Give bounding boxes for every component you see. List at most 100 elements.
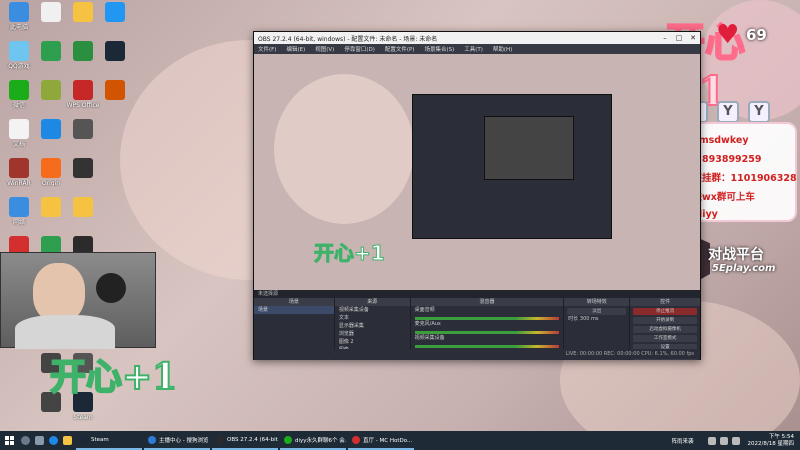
menu-file[interactable]: 文件(F) (258, 45, 276, 53)
taskbar-app-label: OBS 27.2.4 (64-bit... (227, 436, 278, 443)
app-icon (41, 158, 61, 178)
scene-item[interactable]: 场景 (254, 306, 334, 314)
network-icon[interactable] (719, 436, 728, 445)
close-icon[interactable]: ✕ (686, 34, 700, 42)
taskbar-app[interactable]: diyy永久群聊6个 会... (280, 431, 346, 450)
obs-preview[interactable]: 开心+1 (254, 54, 700, 290)
task-view-icon[interactable] (32, 431, 46, 450)
desktop-icon-label: Steam (73, 414, 93, 421)
preview-wallpaper (274, 74, 414, 224)
desktop-icon[interactable] (34, 80, 68, 102)
desktop-icon[interactable]: 微信 (2, 80, 36, 109)
menu-tools[interactable]: 工具(T) (464, 45, 483, 53)
app-icon (73, 2, 93, 22)
scenes-dock-header: 场景 (254, 298, 334, 306)
volume-meter[interactable] (414, 345, 560, 348)
sources-dock-header: 来源 (334, 298, 410, 306)
menu-profile[interactable]: 配置文件(P) (385, 45, 415, 53)
app-icon (41, 41, 61, 61)
edge-icon[interactable] (46, 431, 60, 450)
desktop-icon[interactable]: 文档 (2, 119, 36, 148)
maximize-icon[interactable]: □ (672, 34, 686, 42)
5e-url: 5Eplay.com (712, 263, 776, 274)
desktop-icon[interactable]: WinRAR (2, 158, 36, 187)
desktop-icon[interactable]: QQ游戏 (2, 41, 36, 70)
desktop-icon[interactable] (98, 2, 132, 24)
app-icon (9, 41, 29, 61)
menu-scene-collection[interactable]: 场景集合(S) (424, 45, 454, 53)
weather-widget[interactable]: 阵雨来袭 (672, 437, 694, 445)
desktop-icon[interactable]: 网络 (2, 197, 36, 226)
transition-select[interactable]: 淡出 (567, 308, 627, 315)
desktop-icon-label: Origin (41, 180, 61, 187)
heart-counter: 69 (746, 26, 767, 44)
search-icon[interactable] (18, 431, 32, 450)
desktop-icon[interactable] (66, 41, 100, 63)
preview-happy-text: 开心+1 (314, 241, 386, 266)
menu-edit[interactable]: 编辑(E) (286, 45, 305, 53)
obs-window[interactable]: OBS 27.2.4 (64-bit, windows) - 配置文件: 未命名… (253, 31, 701, 360)
desktop-icon[interactable]: Origin (34, 158, 68, 187)
obs-titlebar[interactable]: OBS 27.2.4 (64-bit, windows) - 配置文件: 未命名… (254, 32, 700, 44)
diyy-letter: Y (748, 101, 770, 123)
mixer-dock-header: 混音器 (410, 298, 564, 306)
heart-icon: ♥ (716, 20, 740, 50)
duration-row: 时长 300 ms (564, 315, 629, 323)
app-icon (73, 158, 93, 178)
menu-docks[interactable]: 停靠窗口(D) (344, 45, 375, 53)
desktop-icon[interactable] (66, 119, 100, 141)
menu-help[interactable]: 帮助(H) (493, 45, 512, 53)
taskbar-app-label: diyy永久群聊6个 会... (295, 437, 346, 444)
app-icon (148, 435, 156, 444)
tray-icon[interactable] (707, 436, 716, 445)
desktop-icon[interactable] (34, 41, 68, 63)
streamer-shirt (15, 315, 115, 349)
desktop-icon[interactable] (66, 158, 100, 180)
taskbar-app[interactable]: Steam (76, 431, 142, 450)
system-tray: 阵雨来袭 下午 5:54 2022/8/18 星期四 (672, 431, 800, 450)
mixer-track-label: 视频采集设备 (414, 335, 445, 341)
desktop-icon[interactable] (66, 2, 100, 24)
taskbar-app[interactable]: OBS 27.2.4 (64-bit... (212, 431, 278, 450)
menu-view[interactable]: 视图(V) (315, 45, 334, 53)
app-icon (9, 119, 29, 139)
virtual-camera-button[interactable]: 启动虚拟摄像机 (633, 326, 697, 333)
source-item[interactable]: 视频采集设备 (335, 306, 410, 314)
desktop-icon-label: 此电脑 (9, 24, 28, 31)
taskbar-app[interactable]: 直厅 - MC HotDo... (348, 431, 414, 450)
desktop-icon-label: 文档 (12, 141, 25, 148)
minimize-icon[interactable]: – (658, 34, 672, 42)
app-icon (105, 2, 125, 22)
studio-mode-button[interactable]: 工作室模式 (633, 335, 697, 342)
explorer-icon[interactable] (60, 431, 74, 450)
desktop-icon-label: WinRAR (7, 180, 31, 187)
source-item[interactable]: 图像 2 (335, 338, 410, 346)
volume-icon[interactable] (731, 436, 740, 445)
windows-icon (4, 436, 14, 445)
stop-streaming-button[interactable]: 停止推流 (633, 308, 697, 315)
duration-label: 时长 (568, 316, 579, 322)
app-icon (41, 2, 61, 22)
desktop-icon[interactable] (98, 41, 132, 63)
app-icon (41, 119, 61, 139)
taskbar-app-label: Steam (91, 436, 109, 443)
start-button[interactable] (0, 431, 18, 450)
controls-dock-header: 控件 (630, 298, 700, 306)
desktop-icon[interactable] (34, 197, 68, 219)
source-item[interactable]: 浏览器 (335, 330, 410, 338)
source-item[interactable]: 文本 (335, 314, 410, 322)
clock-time: 下午 5:54 (768, 433, 794, 440)
desktop-icon[interactable]: WPS Office (66, 80, 100, 109)
start-recording-button[interactable]: 开始录制 (633, 317, 697, 324)
duration-input[interactable]: 300 ms (580, 316, 599, 322)
desktop-icon[interactable]: 此电脑 (2, 2, 36, 31)
desktop-icon[interactable] (66, 197, 100, 219)
desktop-icon[interactable] (34, 119, 68, 141)
source-item[interactable]: 显示器采集 (335, 322, 410, 330)
desktop-icon[interactable] (98, 80, 132, 102)
clock[interactable]: 下午 5:54 2022/8/18 星期四 (748, 434, 794, 448)
microphone (96, 273, 126, 303)
desktop-icon[interactable] (34, 2, 68, 24)
nested-obs-preview (484, 116, 574, 180)
taskbar-app[interactable]: 主播中心 - 搜狗浏览 (144, 431, 210, 450)
